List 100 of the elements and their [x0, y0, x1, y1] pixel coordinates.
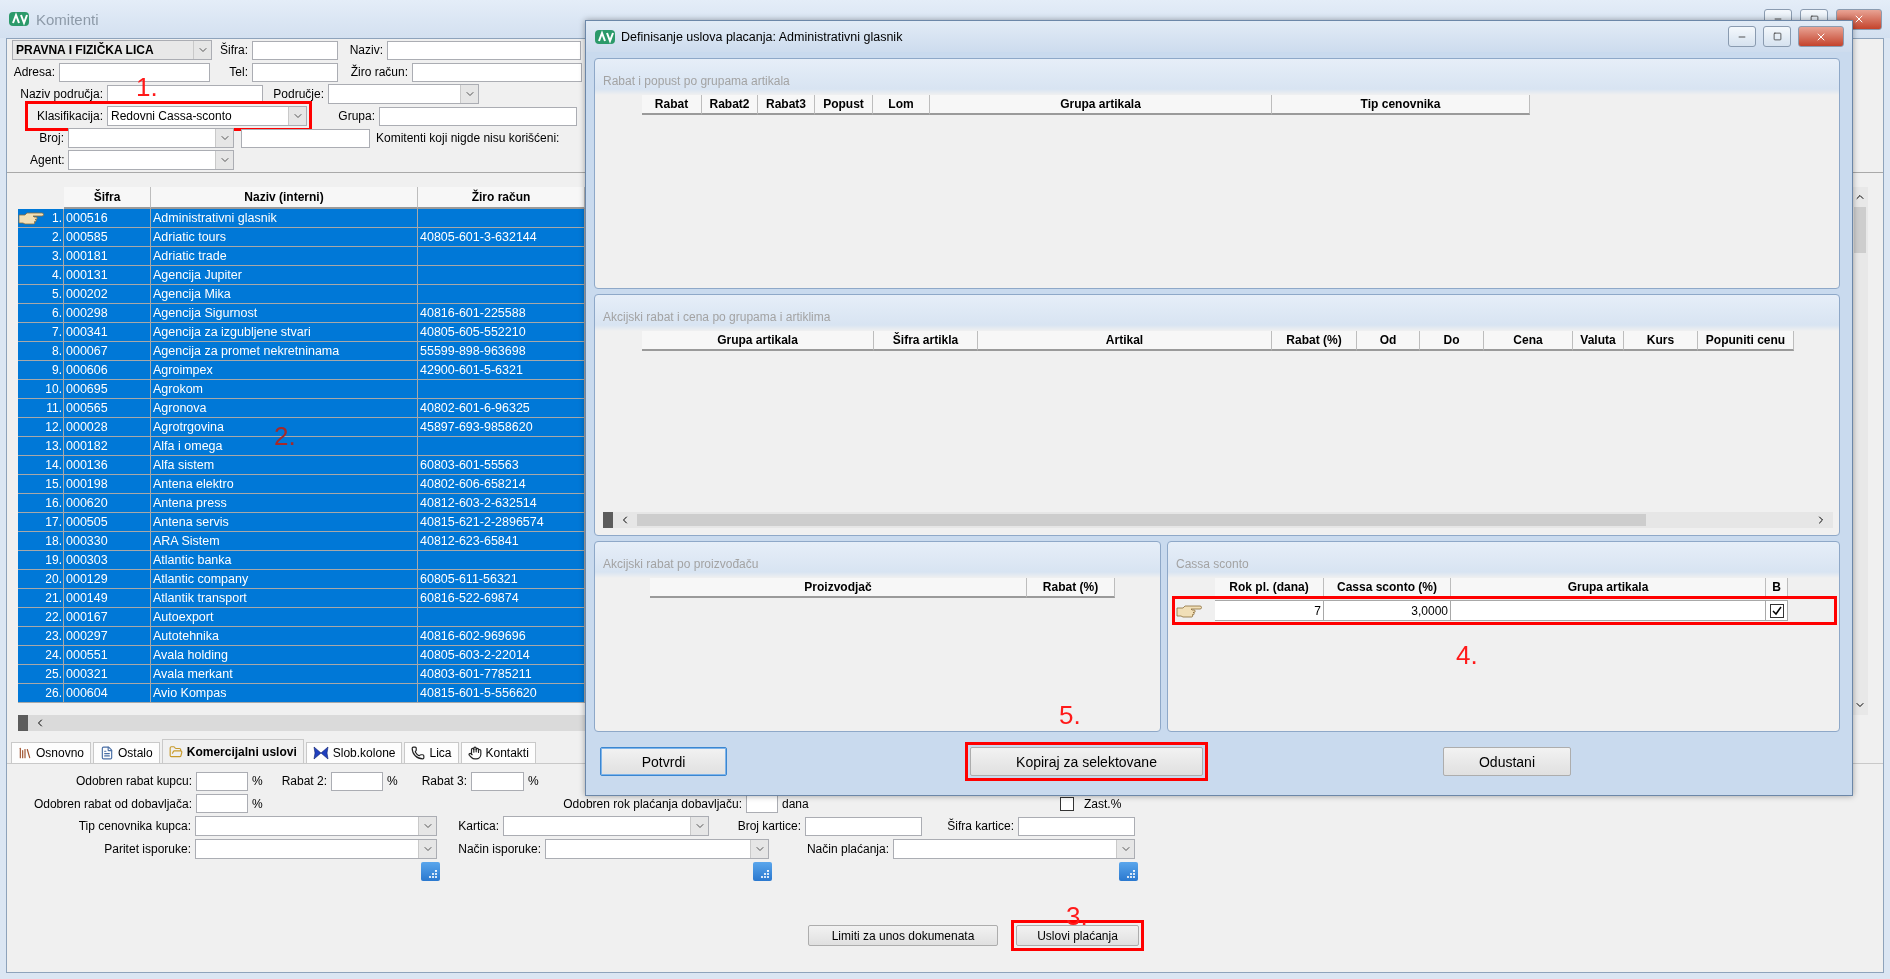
table-row[interactable]: 3. 000181 Adriatic trade: [18, 247, 585, 266]
column-header[interactable]: Rabat2: [702, 95, 758, 115]
table-row[interactable]: 19. 000303 Atlantic banka: [18, 551, 585, 570]
dropdown-field[interactable]: PRAVNA I FIZIČKA LICA: [12, 40, 212, 60]
scroll-thumb[interactable]: [1854, 207, 1866, 253]
table-row[interactable]: 14. 000136 Alfa sistem 60803-601-55563: [18, 456, 585, 475]
close-button[interactable]: [1798, 26, 1844, 47]
table-row[interactable]: 21. 000149 Atlantik transport 60816-522-69874: [18, 589, 585, 608]
dropdown-field[interactable]: [503, 816, 709, 837]
column-header[interactable]: Rabat3: [758, 95, 815, 115]
table-row[interactable]: 22. 000167 Autoexport: [18, 608, 585, 627]
column-header[interactable]: Naziv (interni): [151, 187, 418, 209]
dots-button[interactable]: [753, 861, 772, 881]
dropdown-field[interactable]: [195, 838, 437, 859]
dropdown-field[interactable]: [328, 84, 479, 104]
table-row[interactable]: 17. 000505 Antena servis 40815-621-2-2896574: [18, 513, 585, 532]
table-row[interactable]: 10. 000695 Agrokom: [18, 380, 585, 399]
table-row[interactable]: 15. 000198 Antena elektro 40802-606-658214: [18, 475, 585, 494]
document-icon: [100, 746, 115, 760]
dialog-button[interactable]: Kopiraj za selektovane: [970, 747, 1203, 776]
table-cell: Agencija Mika: [151, 285, 418, 303]
column-header[interactable]: Žiro račun: [418, 187, 585, 209]
column-header[interactable]: Do: [1420, 331, 1484, 351]
column-header[interactable]: Popust: [815, 95, 873, 115]
table-row[interactable]: 6. 000298 Agencija Sigurnost 40816-601-225588: [18, 304, 585, 323]
column-header[interactable]: Rabat (%): [1027, 578, 1115, 598]
column-header[interactable]: Rok pl. (dana): [1215, 578, 1324, 598]
dropdown-field[interactable]: Redovni Cassa-sconto: [107, 106, 307, 126]
column-header[interactable]: Tip cenovnika: [1272, 95, 1530, 115]
action-button[interactable]: Uslovi plaćanja: [1016, 925, 1139, 946]
column-header[interactable]: Cassa sconto (%): [1324, 578, 1451, 598]
input-field[interactable]: [471, 771, 524, 791]
maximize-button[interactable]: [1763, 26, 1791, 47]
table-row[interactable]: 23. 000297 Autotehnika 40816-602-969696: [18, 627, 585, 646]
table-row[interactable]: 25. 000321 Avala merkant 40803-601-7785211: [18, 665, 585, 684]
input-field[interactable]: [196, 794, 248, 814]
tab[interactable]: Ostalo: [93, 742, 160, 763]
table-row[interactable]: 8. 000067 Agencija za promet nekretninama 55599-898-963698: [18, 342, 585, 361]
panel-title: Rabat i popust po grupama artikala: [602, 73, 790, 90]
column-header[interactable]: Lom: [873, 95, 930, 115]
tab[interactable]: Lica: [404, 742, 459, 763]
table-row[interactable]: 16. 000620 Antena press 40812-603-2-632514: [18, 494, 585, 513]
minimize-button[interactable]: [1728, 26, 1756, 47]
table-row[interactable]: 24. 000551 Avala holding 40805-603-2-22014: [18, 646, 585, 665]
column-header[interactable]: Kurs: [1624, 331, 1698, 351]
input-field[interactable]: [412, 62, 582, 82]
column-header[interactable]: Šifra: [64, 187, 151, 209]
column-header[interactable]: Rabat (%): [1272, 331, 1357, 351]
dots-button[interactable]: [1119, 861, 1138, 881]
scroll-thumb[interactable]: [637, 514, 1646, 526]
dropdown-field[interactable]: [195, 816, 437, 837]
tab[interactable]: Kontakti: [460, 742, 536, 763]
table-row[interactable]: 9. 000606 Agroimpex 42900-601-5-6321: [18, 361, 585, 380]
input-field[interactable]: [196, 771, 248, 791]
column-header[interactable]: Grupa artikala: [1451, 578, 1766, 598]
column-header[interactable]: Artikal: [978, 331, 1272, 351]
column-header[interactable]: Šifra artikla: [874, 331, 978, 351]
column-header[interactable]: Grupa artikala: [642, 331, 874, 351]
input-field[interactable]: [241, 128, 370, 148]
table-row[interactable]: 1. 000516 Administrativni glasnik: [18, 209, 585, 228]
table-row[interactable]: 4. 000131 Agencija Jupiter: [18, 266, 585, 285]
table-row[interactable]: 26. 000604 Avio Kompas 40815-601-5-556620: [18, 684, 585, 703]
dropdown-field[interactable]: [545, 838, 769, 859]
checkbox[interactable]: [1769, 603, 1784, 618]
table-row[interactable]: 20. 000129 Atlantic company 60805-611-56321: [18, 570, 585, 589]
dialog-button[interactable]: Odustani: [1443, 747, 1571, 776]
table-cell: 7: [1215, 600, 1324, 621]
horizontal-scrollbar[interactable]: [603, 512, 1833, 528]
column-header[interactable]: Grupa artikala: [930, 95, 1272, 115]
input-field[interactable]: [805, 816, 922, 836]
dropdown-field[interactable]: [893, 838, 1135, 859]
table-row[interactable]: 7. 000341 Agencija za izgubljene stvari 40805-605-552210: [18, 323, 585, 342]
input-field[interactable]: [252, 40, 338, 60]
input-field[interactable]: [331, 771, 383, 791]
dialog-button[interactable]: Potvrdi: [600, 747, 727, 776]
action-button[interactable]: Limiti za unos dokumenata: [808, 925, 998, 946]
input-field[interactable]: [1018, 816, 1135, 836]
tab[interactable]: Slob.kolone: [305, 742, 403, 763]
table-row[interactable]: 5. 000202 Agencija Mika: [18, 285, 585, 304]
input-field[interactable]: [379, 106, 577, 126]
tab[interactable]: Komercijalni uslovi: [161, 739, 304, 763]
table-cell: 000303: [64, 551, 151, 569]
column-header[interactable]: Cena: [1484, 331, 1573, 351]
column-header[interactable]: B: [1766, 578, 1788, 598]
column-header[interactable]: Proizvodjač: [650, 578, 1027, 598]
tab[interactable]: Osnovno: [11, 742, 92, 763]
dropdown-field[interactable]: [68, 128, 234, 148]
table-row[interactable]: 11. 000565 Agronova 40802-601-6-96325: [18, 399, 585, 418]
dots-button[interactable]: [421, 861, 440, 881]
column-header[interactable]: Rabat: [642, 95, 702, 115]
column-header[interactable]: Od: [1357, 331, 1420, 351]
column-header[interactable]: Valuta: [1573, 331, 1624, 351]
table-row[interactable]: 2. 000585 Adriatic tours 40805-601-3-632144: [18, 228, 585, 247]
input-field[interactable]: [252, 62, 338, 82]
input-field[interactable]: [387, 40, 581, 60]
table-cell: Administrativni glasnik: [151, 209, 418, 227]
column-header[interactable]: Popuniti cenu: [1698, 331, 1794, 351]
checkbox[interactable]: [1060, 796, 1074, 811]
dropdown-field[interactable]: [68, 150, 234, 170]
table-row[interactable]: 18. 000330 ARA Sistem 40812-623-65841: [18, 532, 585, 551]
